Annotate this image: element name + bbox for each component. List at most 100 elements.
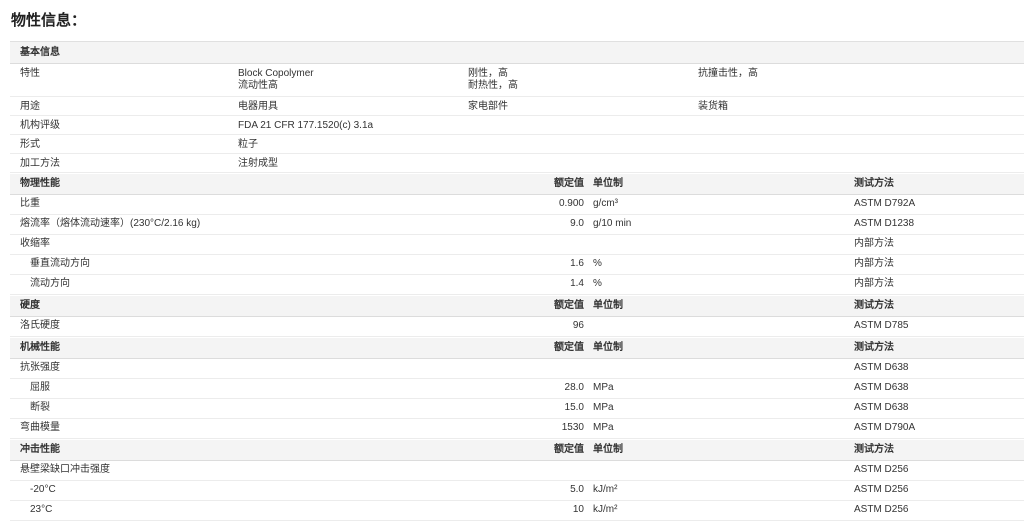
property-unit: kJ/m² bbox=[593, 504, 618, 515]
table-row: 23°C 10 kJ/m² ASTM D256 bbox=[10, 501, 1024, 521]
section-title: 机械性能 bbox=[20, 342, 60, 353]
unit-column-header: 单位制 bbox=[593, 300, 623, 311]
basic-value-2-line: 家电部件 bbox=[468, 101, 508, 112]
property-name: 比重 bbox=[20, 198, 40, 209]
table-row: 垂直流动方向 1.6% 内部方法 bbox=[10, 255, 1024, 275]
section-header: 硬度 额定值 单位制 测试方法 bbox=[10, 296, 1024, 317]
test-method: ASTM D792A bbox=[854, 198, 916, 209]
basic-value-3-line: 装货箱 bbox=[698, 101, 728, 112]
basic-row: 机构评级 FDA 21 CFR 177.1520(c) 3.1a bbox=[10, 116, 1024, 135]
property-unit: MPa bbox=[593, 422, 614, 433]
basic-value-1-line: 流动性高 bbox=[238, 80, 278, 91]
basic-row: 形式 粒子 bbox=[10, 135, 1024, 154]
basic-value-2-line: 刚性，高 bbox=[468, 68, 508, 79]
basic-row: 加工方法 注射成型 bbox=[10, 154, 1024, 173]
property-value: 5.0 bbox=[570, 484, 584, 495]
basic-value-1: Block Copolymer 流动性高 bbox=[238, 68, 314, 92]
property-value: 28.0 bbox=[564, 382, 584, 393]
basic-value-3-line: 抗撞击性，高 bbox=[698, 68, 758, 79]
section-title: 硬度 bbox=[20, 300, 40, 311]
test-method: 内部方法 bbox=[854, 258, 894, 269]
property-name: -20°C bbox=[30, 484, 56, 495]
section-title: 物理性能 bbox=[20, 178, 60, 189]
property-value: 0.900 bbox=[558, 198, 584, 209]
test-method: ASTM D1238 bbox=[854, 218, 915, 229]
test-method: ASTM D638 bbox=[854, 362, 909, 373]
property-name: 洛氏硬度 bbox=[20, 320, 60, 331]
row-label: 加工方法 bbox=[20, 158, 60, 169]
basic-value-3: 装货箱 bbox=[698, 101, 728, 113]
section-header: 物理性能 额定值 单位制 测试方法 bbox=[10, 174, 1024, 195]
basic-value-1: 电器用具 bbox=[238, 101, 278, 113]
test-method: 内部方法 bbox=[854, 278, 894, 289]
property-value: 15.0 bbox=[564, 402, 584, 413]
table-row: 熔流率（熔体流动速率）(230°C/2.16 kg) 9.0 g/10 min AST… bbox=[10, 215, 1024, 235]
test-method-column-header: 测试方法 bbox=[854, 342, 894, 353]
row-label: 用途 bbox=[20, 101, 40, 112]
test-method-column-header: 测试方法 bbox=[854, 444, 894, 455]
basic-value-3: 抗撞击性，高 bbox=[698, 68, 758, 80]
property-name: 收缩率 bbox=[20, 238, 50, 249]
row-label: 特性 bbox=[20, 68, 40, 79]
property-unit: kJ/m² bbox=[593, 484, 618, 495]
section-header: 冲击性能 额定值 单位制 测试方法 bbox=[10, 440, 1024, 461]
unit-column-header: 单位制 bbox=[593, 178, 623, 189]
basic-value-1-line: Block Copolymer bbox=[238, 68, 314, 79]
basic-value-1-line: 注射成型 bbox=[238, 158, 278, 169]
section-title: 基本信息 bbox=[20, 47, 60, 58]
test-method: ASTM D790A bbox=[854, 422, 916, 433]
property-value: 1530 bbox=[561, 422, 584, 433]
property-name: 断裂 bbox=[30, 402, 50, 413]
test-method-column-header: 测试方法 bbox=[854, 178, 894, 189]
property-value: 10 bbox=[572, 504, 584, 515]
basic-row: 用途 电器用具 家电部件 装货箱 bbox=[10, 97, 1024, 116]
basic-row: 特性 Block Copolymer 流动性高 刚性，高 耐热性，高 抗撞击性，高 bbox=[10, 64, 1024, 97]
page-title: 物性信息： bbox=[11, 12, 87, 29]
test-method: ASTM D256 bbox=[854, 464, 909, 475]
property-value: 96 bbox=[572, 320, 584, 331]
property-name: 23°C bbox=[30, 504, 53, 515]
section-header-basic: 基本信息 bbox=[10, 42, 1024, 64]
property-name: 熔流率（熔体流动速率）(230°C/2.16 kg) bbox=[20, 218, 201, 229]
table-row: 收缩率 内部方法 bbox=[10, 235, 1024, 255]
basic-value-2: 家电部件 bbox=[468, 101, 508, 113]
property-name: 垂直流动方向 bbox=[30, 258, 90, 269]
property-unit: MPa bbox=[593, 402, 614, 413]
unit-column-header: 单位制 bbox=[593, 342, 623, 353]
test-method-column-header: 测试方法 bbox=[854, 300, 894, 311]
row-label: 机构评级 bbox=[20, 120, 60, 131]
basic-value-1-line: 粒子 bbox=[238, 139, 258, 150]
table-row: 抗张强度 ASTM D638 bbox=[10, 359, 1024, 379]
test-method: ASTM D256 bbox=[854, 484, 909, 495]
basic-value-1-line: 电器用具 bbox=[238, 101, 278, 112]
basic-value-1: 注射成型 bbox=[238, 158, 278, 170]
property-value: 9.0 bbox=[570, 218, 584, 229]
test-method: ASTM D785 bbox=[854, 320, 909, 331]
basic-value-1: FDA 21 CFR 177.1520(c) 3.1a bbox=[238, 120, 373, 132]
test-method: ASTM D638 bbox=[854, 382, 909, 393]
table-row: 弯曲模量 1530 MPa ASTM D790A bbox=[10, 419, 1024, 439]
table-row: 屈服 28.0 MPa ASTM D638 bbox=[10, 379, 1024, 399]
property-name: 屈服 bbox=[30, 382, 50, 393]
property-name: 弯曲模量 bbox=[20, 422, 60, 433]
property-unit: % bbox=[593, 278, 602, 289]
section-header: 机械性能 额定值 单位制 测试方法 bbox=[10, 338, 1024, 359]
property-unit: % bbox=[593, 258, 602, 269]
basic-value-2-line: 耐热性，高 bbox=[468, 80, 518, 91]
property-name: 流动方向 bbox=[30, 278, 70, 289]
property-name: 抗张强度 bbox=[20, 362, 60, 373]
section-title: 冲击性能 bbox=[20, 444, 60, 455]
table-row: 断裂 15.0 MPa ASTM D638 bbox=[10, 399, 1024, 419]
property-unit: g/cm³ bbox=[593, 198, 618, 209]
property-unit: g/10 min bbox=[593, 218, 632, 229]
value-column-header: 额定值 bbox=[554, 178, 584, 189]
page: 物性信息： 基本信息特性 Block Copolymer 流动性高 刚性，高 耐热性，高… bbox=[0, 0, 1024, 525]
value-column-header: 额定值 bbox=[554, 444, 584, 455]
property-unit: MPa bbox=[593, 382, 614, 393]
table-row: 比重 0.900 g/cm³ ASTM D792A bbox=[10, 195, 1024, 215]
basic-value-1: 粒子 bbox=[238, 139, 258, 151]
table-row: 悬壁梁缺口冲击强度 ASTM D256 bbox=[10, 461, 1024, 481]
test-method: 内部方法 bbox=[854, 238, 894, 249]
basic-value-2: 刚性，高 耐热性，高 bbox=[468, 68, 518, 92]
table-row: -20°C 5.0 kJ/m² ASTM D256 bbox=[10, 481, 1024, 501]
